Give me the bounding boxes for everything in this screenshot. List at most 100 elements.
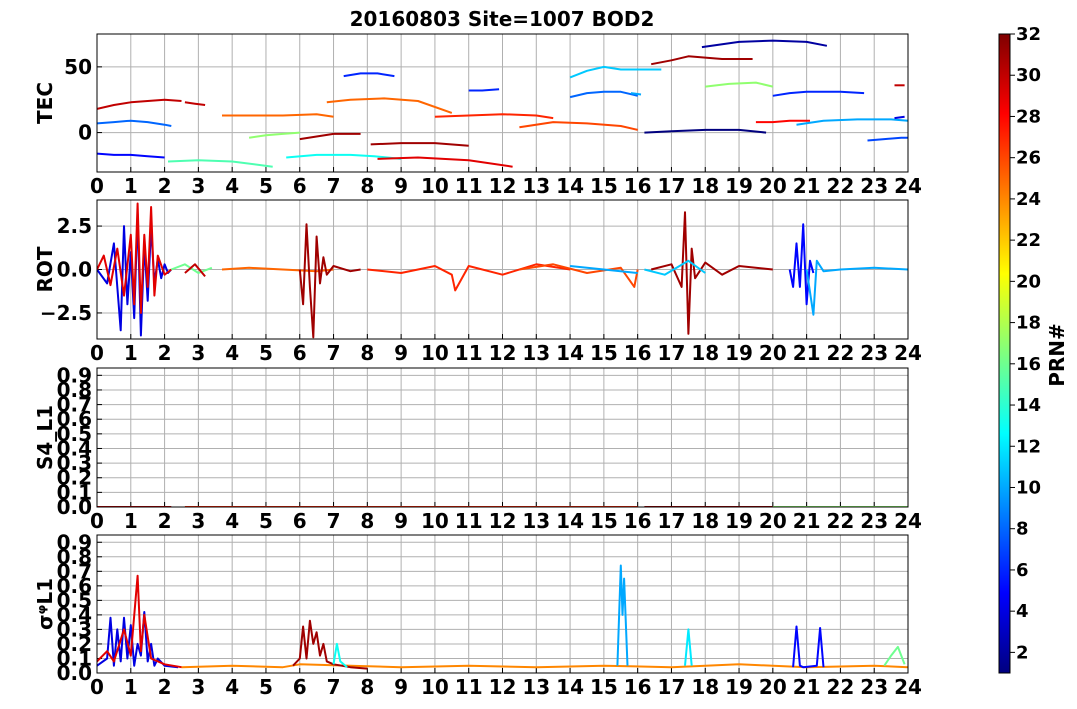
x-tick-label: 18	[691, 675, 719, 699]
colorbar-tick-label: 28	[1016, 106, 1041, 127]
series-line-prn-27	[434, 113, 554, 120]
y-tick-label: 50	[64, 55, 92, 79]
x-tick-label: 17	[658, 675, 686, 699]
series-line-prn-31	[299, 132, 361, 141]
x-tick-label: 23	[860, 675, 888, 699]
series-line-prn-8	[97, 119, 172, 127]
series-line-prn-12	[684, 628, 693, 666]
x-tick-label: 13	[522, 341, 550, 365]
colorbar: 2468101214161820222426283032PRN#	[998, 24, 1069, 674]
x-tick-label: 4	[225, 341, 239, 365]
y-tick-label: 0.0	[57, 258, 92, 282]
x-tick-label: 1	[124, 675, 138, 699]
x-tick-label: 3	[191, 341, 205, 365]
x-tick-label: 21	[793, 341, 821, 365]
x-tick-label: 19	[725, 509, 753, 533]
x-tick-label: 5	[259, 174, 273, 198]
series-line-prn-30	[184, 101, 206, 106]
series-line-prn-10	[796, 118, 908, 126]
x-tick-label: 3	[191, 675, 205, 699]
series-line-prn-10	[805, 259, 908, 316]
series-line-prn-17	[248, 131, 300, 139]
x-tick-label: 14	[556, 341, 584, 365]
x-tick-label: 1	[124, 509, 138, 533]
x-tick-label: 20	[759, 174, 787, 198]
series-line-prn-10	[616, 564, 629, 666]
colorbar-tick-label: 14	[1016, 395, 1041, 416]
x-tick-label: 13	[522, 174, 550, 198]
x-tick-label: 2	[158, 509, 172, 533]
series-line-prn-6	[772, 90, 865, 97]
x-tick-label: 21	[793, 675, 821, 699]
x-tick-label: 8	[360, 341, 374, 365]
x-tick-label: 20	[759, 675, 787, 699]
colorbar-tick-label: 32	[1016, 24, 1041, 45]
series-line-prn-4	[894, 115, 905, 120]
colorbar-tick-label: 18	[1016, 313, 1041, 334]
x-tick-label: 3	[191, 174, 205, 198]
series-line-prn-29	[377, 156, 513, 168]
y-axis-label: TEC	[33, 82, 57, 124]
series-line-prn-31	[651, 55, 753, 66]
x-tick-label: 8	[360, 174, 374, 198]
x-tick-label: 15	[590, 675, 618, 699]
series-line-prn-10	[630, 92, 642, 96]
x-tick-label: 6	[293, 174, 307, 198]
series-line-prn-5	[792, 625, 825, 669]
x-tick-label: 19	[725, 675, 753, 699]
x-tick-label: 21	[793, 174, 821, 198]
colorbar-tick-label: 26	[1016, 148, 1041, 169]
x-tick-label: 24	[894, 509, 922, 533]
colorbar-tick-label: 22	[1016, 230, 1041, 251]
series-line-prn-25	[326, 97, 453, 114]
colorbar-tick-label: 24	[1016, 189, 1041, 210]
x-tick-label: 19	[725, 341, 753, 365]
x-tick-label: 7	[327, 675, 341, 699]
y-tick-label: 0.9	[57, 363, 92, 387]
x-tick-label: 22	[826, 509, 854, 533]
x-tick-label: 18	[691, 509, 719, 533]
x-tick-label: 5	[259, 509, 273, 533]
chart-title: 20160803 Site=1007 BOD2	[350, 7, 655, 31]
x-tick-label: 5	[259, 675, 273, 699]
y-axis-label: σᵠL1	[33, 578, 57, 630]
y-tick-label: 2.5	[57, 214, 92, 238]
x-tick-label: 5	[259, 341, 273, 365]
x-tick-label: 21	[793, 509, 821, 533]
x-tick-label: 10	[421, 509, 449, 533]
colorbar-tick-label: 6	[1016, 560, 1029, 581]
chart-figure: 20160803 Site=1007 BOD2 0 1 2 3 4 5 6 7 8 9 10 11 12…	[33, 7, 1069, 699]
colorbar-label: PRN#	[1045, 323, 1069, 387]
x-tick-label: 22	[826, 341, 854, 365]
colorbar-tick-label: 4	[1016, 601, 1029, 622]
x-tick-label: 20	[759, 341, 787, 365]
series-line-prn-2	[701, 39, 828, 49]
x-tick-label: 9	[394, 509, 408, 533]
x-tick-label: 20	[759, 509, 787, 533]
series-line-prn-25	[222, 113, 334, 118]
x-tick-label: 24	[894, 341, 922, 365]
x-tick-label: 22	[826, 174, 854, 198]
x-tick-label: 9	[394, 341, 408, 365]
series-line-prn-31	[292, 619, 368, 670]
x-tick-label: 14	[556, 675, 584, 699]
colorbar-tick-label: 30	[1016, 65, 1041, 86]
x-tick-label: 11	[455, 341, 483, 365]
series-line-prn-31	[298, 223, 361, 339]
series-line-prn-15	[167, 159, 273, 168]
panel-2: 0 1 2 3 4 5 6 7 8 9 10 11 12 13 14 15 16 17 18 19 20 21 22 23 24…	[33, 199, 922, 365]
colorbar-tick-label: 12	[1016, 436, 1041, 457]
x-tick-label: 15	[590, 341, 618, 365]
x-tick-label: 4	[225, 174, 239, 198]
x-tick-label: 12	[489, 509, 517, 533]
x-tick-label: 0	[90, 675, 104, 699]
x-tick-label: 23	[860, 341, 888, 365]
x-tick-label: 16	[624, 174, 652, 198]
x-tick-label: 18	[691, 174, 719, 198]
x-tick-label: 0	[90, 509, 104, 533]
x-tick-label: 10	[421, 675, 449, 699]
x-tick-label: 12	[489, 174, 517, 198]
y-tick-label: 0.9	[57, 530, 92, 554]
series-line-prn-28	[755, 119, 810, 124]
x-tick-label: 23	[860, 174, 888, 198]
